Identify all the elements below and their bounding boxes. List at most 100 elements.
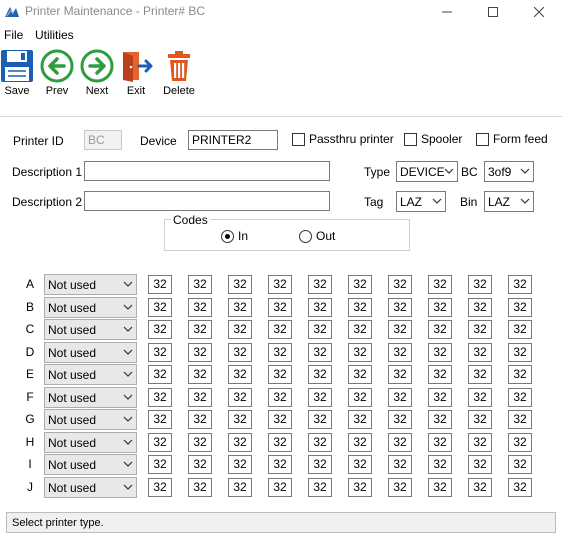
codes-in-radio[interactable]: In <box>221 228 248 244</box>
code-value-field[interactable]: 32 <box>308 365 332 384</box>
row-function-select[interactable]: Not used <box>44 409 137 430</box>
row-function-select[interactable]: Not used <box>44 297 137 318</box>
row-function-select[interactable]: Not used <box>44 454 137 475</box>
code-value-field[interactable]: 32 <box>348 275 372 294</box>
code-value-field[interactable]: 32 <box>308 298 332 317</box>
code-value-field[interactable]: 32 <box>148 298 172 317</box>
code-value-field[interactable]: 32 <box>388 298 412 317</box>
code-value-field[interactable]: 32 <box>468 298 492 317</box>
code-value-field[interactable]: 32 <box>228 343 252 362</box>
code-value-field[interactable]: 32 <box>228 410 252 429</box>
code-value-field[interactable]: 32 <box>428 343 452 362</box>
code-value-field[interactable]: 32 <box>348 320 372 339</box>
code-value-field[interactable]: 32 <box>228 275 252 294</box>
menu-file[interactable]: File <box>4 28 23 42</box>
code-value-field[interactable]: 32 <box>268 320 292 339</box>
code-value-field[interactable]: 32 <box>228 388 252 407</box>
code-value-field[interactable]: 32 <box>148 478 172 497</box>
code-value-field[interactable]: 32 <box>348 433 372 452</box>
code-value-field[interactable]: 32 <box>428 365 452 384</box>
code-value-field[interactable]: 32 <box>268 455 292 474</box>
code-value-field[interactable]: 32 <box>388 343 412 362</box>
code-value-field[interactable]: 32 <box>508 455 532 474</box>
code-value-field[interactable]: 32 <box>388 320 412 339</box>
spooler-checkbox[interactable]: Spooler <box>404 131 462 147</box>
code-value-field[interactable]: 32 <box>508 298 532 317</box>
row-function-select[interactable]: Not used <box>44 274 137 295</box>
code-value-field[interactable]: 32 <box>308 478 332 497</box>
device-field[interactable]: PRINTER2 <box>188 130 278 150</box>
prev-button[interactable]: Prev <box>38 49 76 103</box>
maximize-button[interactable] <box>470 0 516 24</box>
code-value-field[interactable]: 32 <box>348 343 372 362</box>
code-value-field[interactable]: 32 <box>268 388 292 407</box>
code-value-field[interactable]: 32 <box>428 298 452 317</box>
code-value-field[interactable]: 32 <box>388 478 412 497</box>
code-value-field[interactable]: 32 <box>468 388 492 407</box>
row-function-select[interactable]: Not used <box>44 342 137 363</box>
code-value-field[interactable]: 32 <box>148 410 172 429</box>
code-value-field[interactable]: 32 <box>468 275 492 294</box>
code-value-field[interactable]: 32 <box>348 365 372 384</box>
code-value-field[interactable]: 32 <box>268 275 292 294</box>
code-value-field[interactable]: 32 <box>268 410 292 429</box>
code-value-field[interactable]: 32 <box>148 275 172 294</box>
menu-utilities[interactable]: Utilities <box>35 28 74 42</box>
close-button[interactable] <box>516 0 562 24</box>
code-value-field[interactable]: 32 <box>188 298 212 317</box>
description-2-field[interactable] <box>84 191 330 211</box>
code-value-field[interactable]: 32 <box>428 433 452 452</box>
exit-button[interactable]: Exit <box>117 49 155 103</box>
code-value-field[interactable]: 32 <box>388 365 412 384</box>
code-value-field[interactable]: 32 <box>188 365 212 384</box>
code-value-field[interactable]: 32 <box>188 388 212 407</box>
code-value-field[interactable]: 32 <box>228 433 252 452</box>
code-value-field[interactable]: 32 <box>148 343 172 362</box>
code-value-field[interactable]: 32 <box>308 388 332 407</box>
code-value-field[interactable]: 32 <box>148 455 172 474</box>
code-value-field[interactable]: 32 <box>468 343 492 362</box>
code-value-field[interactable]: 32 <box>508 433 532 452</box>
row-function-select[interactable]: Not used <box>44 387 137 408</box>
save-button[interactable]: Save <box>0 49 36 103</box>
code-value-field[interactable]: 32 <box>268 343 292 362</box>
code-value-field[interactable]: 32 <box>308 410 332 429</box>
code-value-field[interactable]: 32 <box>188 320 212 339</box>
code-value-field[interactable]: 32 <box>508 320 532 339</box>
type-select[interactable]: DEVICE <box>396 161 458 182</box>
code-value-field[interactable]: 32 <box>468 410 492 429</box>
code-value-field[interactable]: 32 <box>388 433 412 452</box>
code-value-field[interactable]: 32 <box>188 455 212 474</box>
code-value-field[interactable]: 32 <box>428 410 452 429</box>
code-value-field[interactable]: 32 <box>148 365 172 384</box>
code-value-field[interactable]: 32 <box>148 388 172 407</box>
code-value-field[interactable]: 32 <box>268 298 292 317</box>
code-value-field[interactable]: 32 <box>148 320 172 339</box>
code-value-field[interactable]: 32 <box>468 455 492 474</box>
code-value-field[interactable]: 32 <box>508 478 532 497</box>
code-value-field[interactable]: 32 <box>268 433 292 452</box>
code-value-field[interactable]: 32 <box>508 365 532 384</box>
code-value-field[interactable]: 32 <box>348 455 372 474</box>
code-value-field[interactable]: 32 <box>308 433 332 452</box>
code-value-field[interactable]: 32 <box>228 478 252 497</box>
code-value-field[interactable]: 32 <box>228 298 252 317</box>
code-value-field[interactable]: 32 <box>468 478 492 497</box>
description-1-field[interactable] <box>84 161 330 181</box>
tag-select[interactable]: LAZ <box>396 191 446 212</box>
code-value-field[interactable]: 32 <box>268 478 292 497</box>
code-value-field[interactable]: 32 <box>468 433 492 452</box>
row-function-select[interactable]: Not used <box>44 319 137 340</box>
code-value-field[interactable]: 32 <box>268 365 292 384</box>
code-value-field[interactable]: 32 <box>348 410 372 429</box>
code-value-field[interactable]: 32 <box>148 433 172 452</box>
code-value-field[interactable]: 32 <box>508 410 532 429</box>
code-value-field[interactable]: 32 <box>308 343 332 362</box>
code-value-field[interactable]: 32 <box>348 478 372 497</box>
code-value-field[interactable]: 32 <box>308 275 332 294</box>
code-value-field[interactable]: 32 <box>308 320 332 339</box>
code-value-field[interactable]: 32 <box>228 455 252 474</box>
code-value-field[interactable]: 32 <box>308 455 332 474</box>
code-value-field[interactable]: 32 <box>508 343 532 362</box>
form-feed-checkbox[interactable]: Form feed <box>476 131 548 147</box>
